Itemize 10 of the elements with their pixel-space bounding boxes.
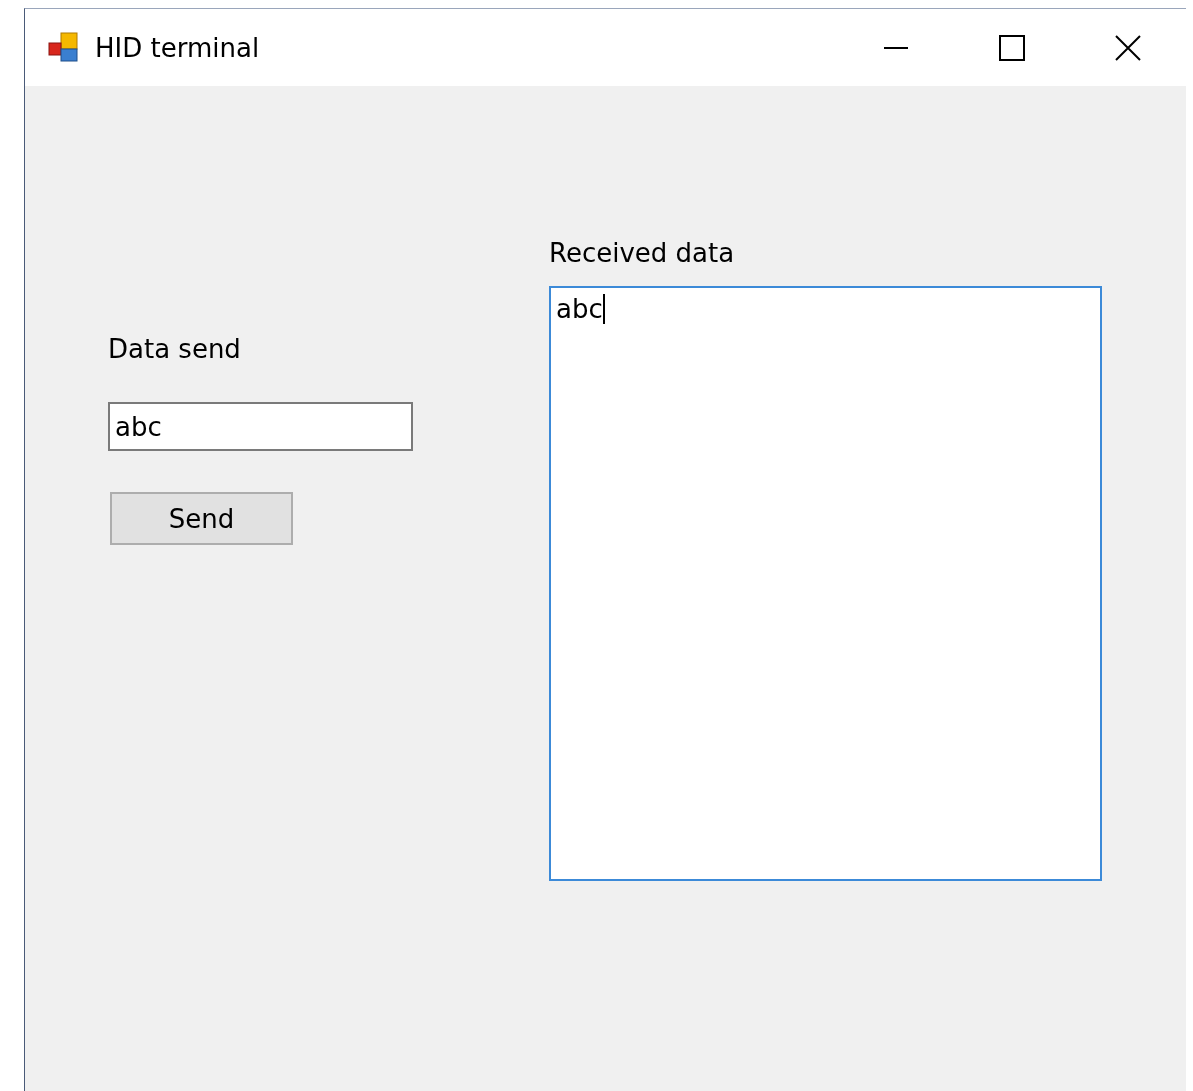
field-label: Received data xyxy=(549,238,736,268)
send-button[interactable]: Send xyxy=(110,492,293,545)
text-area[interactable]: abc xyxy=(549,286,1102,881)
minimize-icon xyxy=(884,46,908,49)
window-title: HID terminal xyxy=(95,32,261,63)
field-label: Data send xyxy=(108,334,242,364)
app-icon xyxy=(47,30,81,65)
maximize-icon xyxy=(999,34,1025,61)
input-field[interactable]: abc xyxy=(108,402,413,451)
close-icon xyxy=(1115,34,1141,61)
